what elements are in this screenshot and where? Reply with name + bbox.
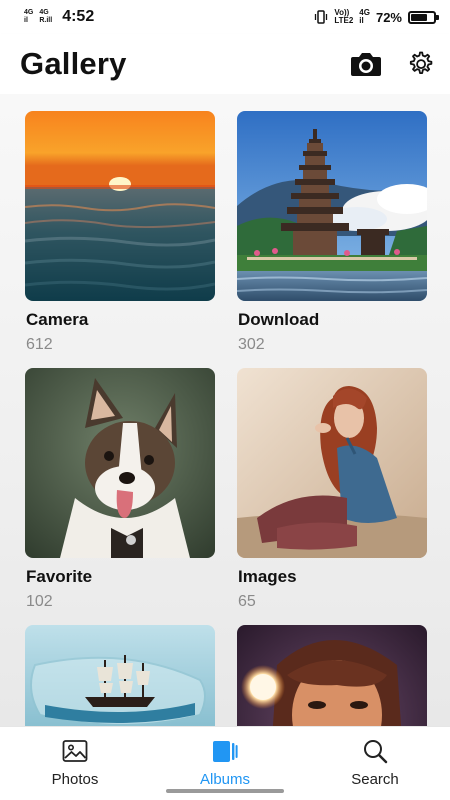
nav-label: Photos: [51, 771, 99, 788]
albums-icon: [211, 737, 239, 765]
album-card-favorite[interactable]: Favorite 102: [25, 368, 215, 611]
dog-image: [25, 368, 215, 558]
app-header: Gallery: [0, 34, 450, 94]
album-thumbnail: [25, 625, 215, 726]
battery-icon: [408, 10, 439, 24]
album-thumbnail: [237, 625, 427, 726]
vibrate-icon: [315, 10, 328, 24]
search-icon: [361, 737, 389, 765]
album-thumbnail: [237, 111, 427, 301]
camera-icon: [351, 53, 381, 76]
gear-icon: [409, 51, 433, 74]
network-indicator-2: 4G R.ill: [39, 9, 52, 25]
status-bar: 4G il 4G R.ill 4:52 Vo)) LTE2 4G il 72%: [0, 0, 450, 34]
album-count: 65: [238, 593, 256, 610]
camera-button[interactable]: [350, 48, 382, 80]
album-count: 102: [26, 593, 53, 610]
volte-indicator: Vo)) LTE2: [334, 9, 353, 25]
battery-percent: 72%: [375, 9, 402, 25]
signal-bars: il: [359, 16, 364, 25]
nav-search[interactable]: Search: [300, 727, 450, 800]
battery-level: [411, 13, 427, 21]
album-name: Images: [238, 567, 297, 586]
woman-image: [237, 368, 427, 558]
album-thumbnail: [25, 368, 215, 558]
clock: 4:52: [62, 8, 95, 25]
album-count: 612: [26, 336, 53, 353]
settings-button[interactable]: [404, 48, 436, 80]
nav-photos[interactable]: Photos: [0, 727, 150, 800]
album-name: Favorite: [26, 567, 93, 586]
home-indicator[interactable]: [166, 789, 284, 793]
album-card[interactable]: [25, 625, 215, 726]
network-indicator-3: 4G il: [359, 9, 370, 25]
sunset-image: [25, 111, 215, 301]
status-right: Vo)) LTE2 4G il 72%: [314, 9, 439, 25]
temple-image: [237, 111, 427, 301]
network-indicator: 4G il: [24, 9, 33, 25]
status-left: 4G il 4G R.ill 4:52: [24, 8, 94, 26]
image-icon: [61, 737, 89, 765]
album-name: Download: [238, 310, 320, 329]
signal-bars: il: [24, 17, 28, 24]
header-actions: [350, 48, 436, 80]
bottom-navigation: Photos Albums Search: [0, 726, 450, 800]
lte-label: LTE2: [334, 16, 354, 25]
network-label: 4G: [39, 9, 49, 16]
album-count: 302: [238, 336, 265, 353]
album-thumbnail: [25, 111, 215, 301]
album-card-images[interactable]: Images 65: [237, 368, 427, 611]
album-grid: Camera 612 Download 302 Favorite 102 Ima…: [0, 94, 450, 726]
nav-label: Albums: [199, 771, 251, 788]
album-name: Camera: [26, 310, 89, 329]
album-card-download[interactable]: Download 302: [237, 111, 427, 354]
album-card[interactable]: [237, 625, 427, 726]
nav-label: Search: [351, 771, 399, 788]
page-title: Gallery: [20, 46, 127, 81]
ship-bottle-image: [25, 625, 215, 726]
signal-bars: R.ill: [39, 17, 53, 24]
portrait-orb-image: [237, 625, 427, 726]
album-thumbnail: [237, 368, 427, 558]
album-card-camera[interactable]: Camera 612: [25, 111, 215, 354]
network-label: 4G: [24, 9, 34, 16]
